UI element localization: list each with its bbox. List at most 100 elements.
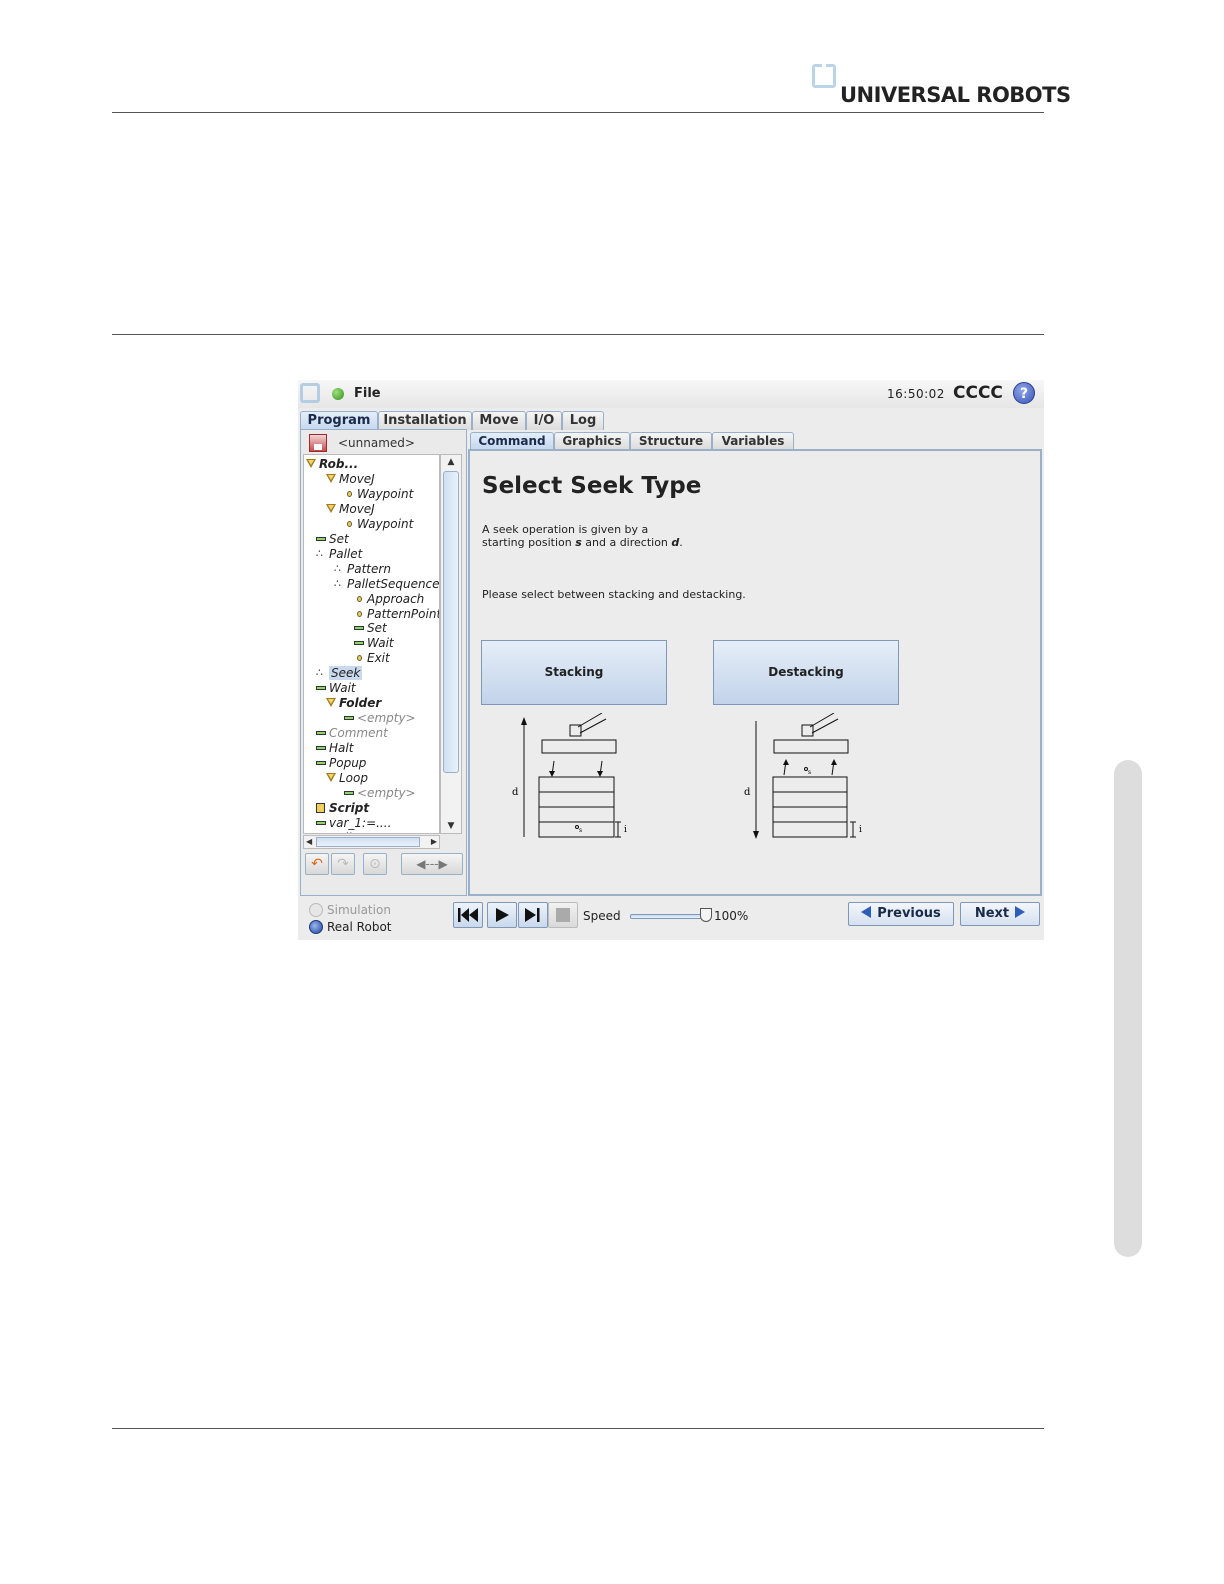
- tree-node[interactable]: MoveJ: [326, 472, 375, 487]
- bar-icon: [354, 638, 364, 648]
- tab-variables[interactable]: Variables: [712, 432, 794, 449]
- tree-node[interactable]: Approach: [354, 592, 424, 607]
- tree-node[interactable]: Waypoint: [344, 487, 413, 502]
- desc-line-2a: starting position: [482, 536, 576, 549]
- previous-button[interactable]: Previous: [848, 902, 954, 926]
- help-button[interactable]: ?: [1013, 382, 1035, 404]
- file-menu[interactable]: File: [354, 386, 381, 401]
- tree-node[interactable]: Set: [354, 621, 387, 636]
- tree-node[interactable]: Exit: [354, 651, 390, 666]
- speed-value: 100%: [714, 909, 749, 923]
- waypoint-icon: [354, 609, 364, 619]
- destacking-button[interactable]: Destacking: [713, 640, 899, 705]
- arrow-right-icon: [1015, 906, 1026, 918]
- scroll-thumb[interactable]: [443, 471, 459, 773]
- simulation-radio[interactable]: [309, 903, 323, 917]
- desc-line-2c: .: [679, 536, 683, 549]
- tree-node[interactable]: Seek: [316, 665, 363, 681]
- tab-io[interactable]: I/O: [526, 411, 562, 430]
- logo-wordmark: UNIVERSAL ROBOTS: [840, 83, 1071, 107]
- tree-node-label: MoveJ: [339, 471, 375, 486]
- tree-node[interactable]: Folder: [326, 696, 381, 711]
- tree-node[interactable]: Halt: [316, 741, 353, 756]
- command-panel: Select Seek Type A seek operation is giv…: [468, 449, 1042, 896]
- arm-line: [809, 713, 835, 728]
- tab-command[interactable]: Command: [470, 432, 554, 449]
- tree-node-label: Set: [367, 621, 387, 636]
- footer-rule: [112, 1428, 1044, 1429]
- play-button[interactable]: [487, 902, 517, 928]
- tree-node[interactable]: var_1:=....: [316, 816, 391, 831]
- tree-node-label: PalletSequence: [347, 576, 440, 591]
- tree-node[interactable]: Pallet: [316, 546, 363, 562]
- tab-installation[interactable]: Installation: [378, 411, 472, 430]
- tree-node[interactable]: Script: [316, 801, 369, 816]
- tree-node[interactable]: Wait: [316, 681, 356, 696]
- ur-menu-icon[interactable]: [300, 383, 320, 403]
- tree-node[interactable]: PatternPoint: [354, 607, 439, 622]
- tree-node[interactable]: <empty>: [344, 711, 416, 726]
- tree-node[interactable]: Pattern: [334, 561, 391, 577]
- tree-node-label: Pallet: [329, 546, 363, 561]
- waypoint-icon: [344, 489, 354, 499]
- i-label: i: [624, 825, 627, 835]
- universal-robots-logo: UNIVERSAL ROBOTS: [812, 64, 1071, 108]
- tree-node[interactable]: Wait: [354, 636, 394, 651]
- tree-node[interactable]: <empty>: [344, 786, 416, 801]
- tree-node[interactable]: Popup: [316, 756, 366, 771]
- tree-node[interactable]: PalletSequence: [334, 576, 440, 592]
- i-label: i: [859, 825, 862, 835]
- scroll-right-icon[interactable]: ▶: [431, 836, 437, 848]
- tree-node[interactable]: MoveJ: [326, 502, 375, 517]
- stacking-button[interactable]: Stacking: [481, 640, 667, 705]
- step-button[interactable]: [518, 902, 548, 928]
- scroll-up-icon[interactable]: ▲: [441, 455, 461, 469]
- undo-button[interactable]: ↶: [305, 853, 329, 875]
- move-node-button[interactable]: ◀---▶: [401, 853, 463, 875]
- save-icon[interactable]: [309, 434, 327, 452]
- tree-node[interactable]: Rob...: [306, 457, 358, 472]
- desc-line-2b: and a direction: [581, 536, 672, 549]
- tree-node[interactable]: Comment: [316, 726, 388, 741]
- tree-node[interactable]: Call: [316, 831, 351, 833]
- up-arrow-icon: [521, 717, 527, 725]
- tree-node[interactable]: Loop: [326, 771, 368, 786]
- speed-slider[interactable]: [630, 914, 710, 919]
- hscroll-thumb[interactable]: [316, 837, 420, 847]
- tab-program[interactable]: Program: [300, 411, 378, 430]
- d-label: d: [744, 787, 751, 798]
- tab-graphics[interactable]: Graphics: [554, 432, 630, 449]
- desc-line-1: A seek operation is given by a: [482, 523, 649, 536]
- scroll-left-icon[interactable]: ◀: [306, 836, 312, 848]
- rewind-button[interactable]: [453, 902, 483, 928]
- redo-button[interactable]: ↷: [331, 853, 355, 875]
- tab-log[interactable]: Log: [562, 411, 604, 430]
- down-arrow-icon: [597, 771, 603, 777]
- tree-node-label: Waypoint: [357, 486, 414, 501]
- held-pallet: [773, 739, 849, 754]
- tab-move[interactable]: Move: [472, 411, 526, 430]
- bar-icon: [316, 728, 326, 738]
- tree-node[interactable]: Set: [316, 532, 349, 547]
- speed-slider-handle[interactable]: [700, 908, 712, 922]
- tree-node-label: Wait: [367, 636, 394, 651]
- triangle-icon: [326, 698, 336, 708]
- header-rule: [112, 112, 1044, 113]
- tab-structure[interactable]: Structure: [630, 432, 712, 449]
- bar-icon: [344, 788, 354, 798]
- tree-vertical-scrollbar[interactable]: ▲ ▼: [440, 454, 462, 834]
- scroll-down-icon[interactable]: ▼: [441, 819, 461, 833]
- tree-node-label: Call: [329, 831, 351, 833]
- next-button[interactable]: Next: [960, 902, 1040, 926]
- up-arrow-icon: [831, 759, 837, 765]
- tree-horizontal-scrollbar[interactable]: ◀ ▶: [303, 835, 440, 849]
- tree-node[interactable]: Waypoint: [344, 517, 413, 532]
- ur-logo-mark-icon: [812, 64, 836, 88]
- real-robot-radio[interactable]: [309, 920, 323, 934]
- clock: 16:50:02: [887, 387, 945, 401]
- tree-node-label: Folder: [339, 696, 382, 711]
- triangle-icon: [306, 459, 316, 469]
- stop-button[interactable]: [548, 902, 578, 928]
- pallet-icon: [316, 546, 326, 561]
- delete-button[interactable]: ⊙: [363, 853, 387, 875]
